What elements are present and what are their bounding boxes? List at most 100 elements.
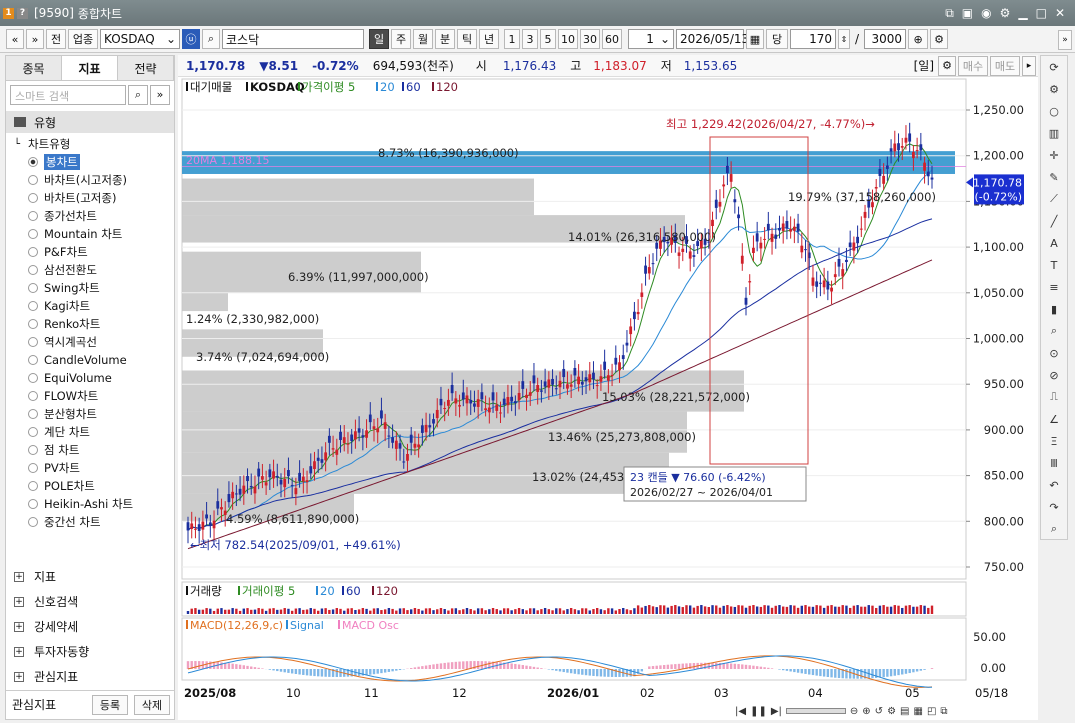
screenshot-icon[interactable]: ◉ xyxy=(981,6,991,21)
interval-3[interactable]: 3 xyxy=(522,29,538,49)
zoom-in-icon[interactable]: ⊕ xyxy=(908,29,929,49)
settings-icon[interactable]: ⚙ xyxy=(1000,6,1011,21)
search-icon[interactable]: ⌕ xyxy=(128,85,148,105)
chart-type-item[interactable]: PV차트 xyxy=(14,459,174,477)
interval-30[interactable]: 30 xyxy=(580,29,600,49)
chart-type-item[interactable]: 바차트(고저종) xyxy=(14,189,174,207)
panel-expand-button[interactable]: ▸ xyxy=(1022,55,1036,76)
chart-type-item[interactable]: POLE차트 xyxy=(14,477,174,495)
text-icon[interactable]: T xyxy=(1041,254,1067,276)
interval-5[interactable]: 5 xyxy=(540,29,556,49)
restore-icon[interactable]: ↺ xyxy=(875,706,883,717)
tab-stock[interactable]: 종목 xyxy=(6,56,62,80)
chart-type-item[interactable]: EquiVolume xyxy=(14,369,174,387)
interval-1[interactable]: 1 xyxy=(504,29,520,49)
angle-icon[interactable]: ∠ xyxy=(1041,408,1067,430)
dang-button[interactable]: 당 xyxy=(766,29,788,49)
first-icon[interactable]: |◀ xyxy=(735,706,746,717)
bar-chart-icon[interactable]: ▥ xyxy=(1041,122,1067,144)
magnify-icon[interactable]: ⊙ xyxy=(1041,342,1067,364)
trend-icon[interactable]: ⟋ xyxy=(1041,188,1067,210)
next-icon[interactable]: ▶| xyxy=(771,706,782,717)
chart-settings-icon[interactable]: ⚙ xyxy=(938,55,956,76)
chart-type-item[interactable]: P&F차트 xyxy=(14,243,174,261)
interval-10[interactable]: 10 xyxy=(558,29,578,49)
fibo-icon[interactable]: ⊘ xyxy=(1041,364,1067,386)
sector-button[interactable]: 업종 xyxy=(68,29,98,49)
candle-icon[interactable]: ▮ xyxy=(1041,298,1067,320)
search-icon[interactable]: ⌕ xyxy=(202,29,220,49)
period-minute[interactable]: 분 xyxy=(435,29,455,49)
layout-icon[interactable]: ▤ xyxy=(900,706,909,717)
chart-type-item[interactable]: CandleVolume xyxy=(14,351,174,369)
index-tag[interactable]: ⓤ xyxy=(182,29,200,49)
link-icon[interactable]: ⧉ xyxy=(940,706,947,717)
line-icon[interactable]: ╱ xyxy=(1041,210,1067,232)
period-day[interactable]: 일 xyxy=(369,29,389,49)
expand-toolbar-button[interactable]: » xyxy=(1058,30,1072,50)
register-button[interactable]: 등록 xyxy=(92,694,128,715)
refresh-icon[interactable]: ⟳ xyxy=(1041,56,1067,78)
bars-field[interactable]: 170 xyxy=(790,29,836,49)
chart-type-group[interactable]: └ 차트유형 xyxy=(14,135,174,153)
tab-indicator[interactable]: 지표 xyxy=(62,56,118,80)
chart-type-item[interactable]: Kagi차트 xyxy=(14,297,174,315)
redo-icon[interactable]: ↷ xyxy=(1041,496,1067,518)
chart-type-item[interactable]: 봉차트 xyxy=(14,153,174,171)
date-field[interactable]: 2026/05/13 xyxy=(676,29,749,49)
chart-type-item[interactable]: 종가선차트 xyxy=(14,207,174,225)
nav-next-button[interactable]: » xyxy=(26,29,44,49)
gear-icon[interactable]: ⚙ xyxy=(930,29,949,49)
minimize-icon[interactable]: ▁ xyxy=(1018,6,1027,21)
link-icon[interactable]: ⧉ xyxy=(945,6,954,21)
chart-type-item[interactable]: Heikin-Ashi 차트 xyxy=(14,495,174,513)
chart-type-item[interactable]: 중간선 차트 xyxy=(14,513,174,531)
lines-icon[interactable]: Ⅲ xyxy=(1041,452,1067,474)
auto-icon[interactable]: A xyxy=(1041,232,1067,254)
undo-icon[interactable]: ↶ xyxy=(1041,474,1067,496)
maximize-icon[interactable]: □ xyxy=(1036,6,1047,21)
index-code-select[interactable]: KOSDAQ ⌄ xyxy=(100,29,180,49)
category-item[interactable]: + 투자자동향 xyxy=(6,639,174,664)
period-month[interactable]: 월 xyxy=(413,29,433,49)
help-icon[interactable]: ? xyxy=(17,7,28,19)
pencil-icon[interactable]: ✎ xyxy=(1041,166,1067,188)
search-icon[interactable]: ⌕ xyxy=(1041,518,1067,540)
type-section-header[interactable]: 유형 xyxy=(6,111,174,133)
zoom-out-icon[interactable]: ⊖ xyxy=(850,706,858,717)
smart-search-input[interactable]: 스마트 검색 xyxy=(10,85,126,105)
nav-prev-button[interactable]: « xyxy=(6,29,24,49)
index-name-field[interactable]: 코스닥 xyxy=(222,29,364,49)
cross-icon[interactable]: ✛ xyxy=(1041,144,1067,166)
all-icon[interactable]: ≡ xyxy=(1041,276,1067,298)
settings-icon[interactable]: ⚙ xyxy=(887,706,896,717)
buy-button[interactable]: 매수 xyxy=(958,55,988,76)
chart-type-item[interactable]: 분산형차트 xyxy=(14,405,174,423)
category-item[interactable]: + 지표 xyxy=(6,564,174,589)
gear-icon[interactable]: ⚙ xyxy=(1041,78,1067,100)
zoom-icon[interactable]: ⌕ xyxy=(1041,320,1067,342)
circle-icon[interactable]: ○ xyxy=(1041,100,1067,122)
chart-type-item[interactable]: 삼선전환도 xyxy=(14,261,174,279)
category-item[interactable]: + 신호검색 xyxy=(6,589,174,614)
pause-icon[interactable]: ❚❚ xyxy=(750,706,767,717)
zoom-in-icon[interactable]: ⊕ xyxy=(862,706,870,717)
chart-type-item[interactable]: Swing차트 xyxy=(14,279,174,297)
scroll-slider[interactable] xyxy=(785,708,846,714)
period-week[interactable]: 주 xyxy=(391,29,411,49)
calendar-icon[interactable]: ▦ xyxy=(746,29,764,49)
measure-icon[interactable]: ⎍ xyxy=(1041,386,1067,408)
chart-area[interactable]: 8.73% (16,390,936,000) 19.79% (37,158,260… xyxy=(178,77,1038,720)
collapse-icon[interactable]: » xyxy=(150,85,170,105)
grid-icon[interactable]: ▦ xyxy=(913,706,922,717)
prev-button[interactable]: 전 xyxy=(46,29,66,49)
count-select[interactable]: 1 ⌄ xyxy=(628,29,674,49)
chart-type-item[interactable]: 역시계곡선 xyxy=(14,333,174,351)
period-tick[interactable]: 틱 xyxy=(457,29,477,49)
bars-stepper[interactable]: ⇕ xyxy=(838,29,850,49)
category-item[interactable]: + 관심지표 xyxy=(6,664,174,689)
save-icon[interactable]: ▣ xyxy=(962,6,973,21)
tab-strategy[interactable]: 전략 xyxy=(118,56,174,80)
bars-icon[interactable]: Ξ xyxy=(1041,430,1067,452)
category-item[interactable]: + 강세약세 xyxy=(6,614,174,639)
